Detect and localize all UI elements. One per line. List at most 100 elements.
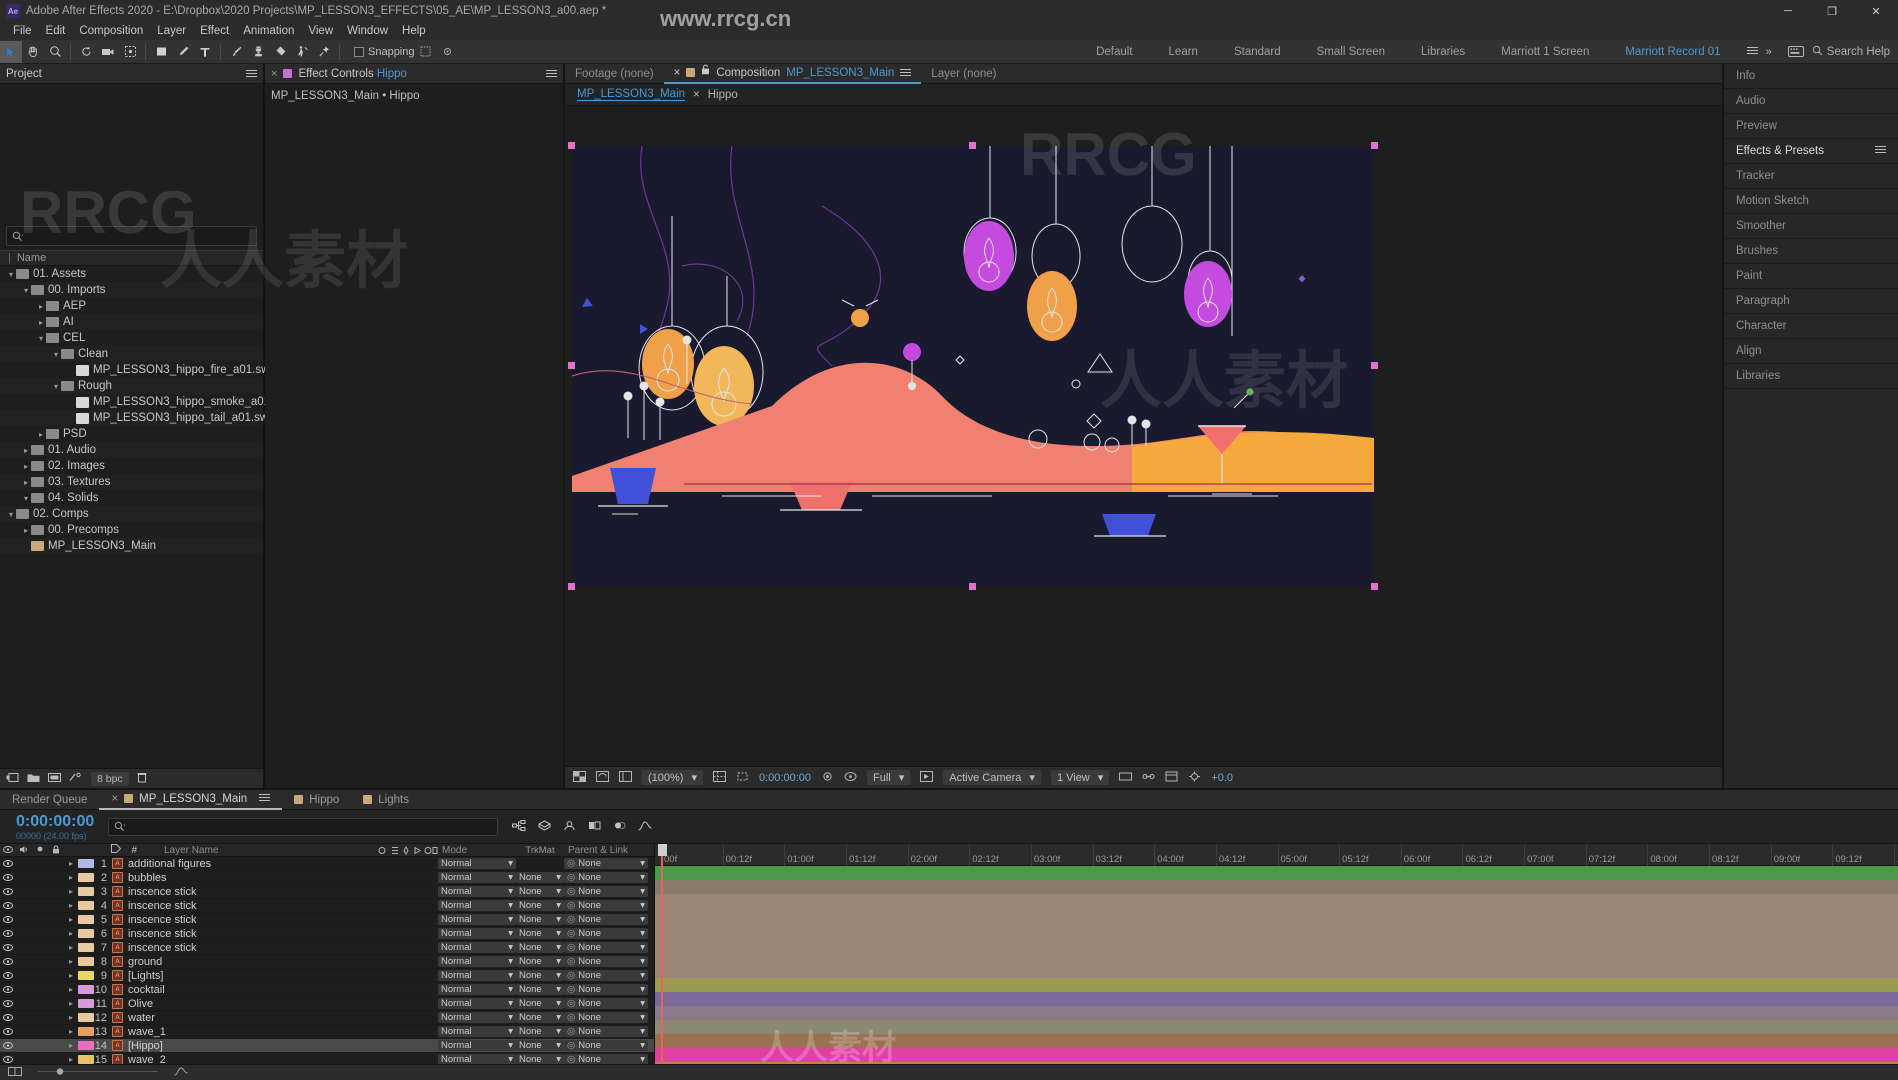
selection-handle-br[interactable]	[1371, 583, 1378, 590]
dock-panel-align[interactable]: Align	[1724, 339, 1898, 364]
workspace-menu-icon[interactable]	[1746, 46, 1758, 58]
bit-depth-label[interactable]: 8 bpc	[91, 771, 129, 786]
dock-panel-brushes[interactable]: Brushes	[1724, 239, 1898, 264]
layer-duration-bar[interactable]	[655, 964, 1898, 978]
project-tree-item[interactable]: ▸ 02. Images	[0, 458, 263, 474]
layer-parent[interactable]: ◎ None ▾	[564, 970, 654, 981]
timeline-graph[interactable]: 00f 00:12f 01:00f 01:12f 02:00f 02:12f 03:00f 0…	[655, 844, 1898, 1064]
delete-icon[interactable]	[137, 772, 147, 786]
menu-item-animation[interactable]: Animation	[236, 22, 301, 40]
twirl-closed-icon[interactable]: ▸	[36, 318, 46, 327]
timeline-current-time[interactable]: 0:00:00:00 00000 (24.00 fps)	[0, 813, 94, 841]
twirl-open-icon[interactable]: ▾	[21, 494, 31, 503]
layer-track-matte[interactable]: None ▾	[516, 914, 564, 925]
hand-tool-icon[interactable]	[22, 41, 44, 63]
layer-row[interactable]: ▸ 5 Ainscence stick Normal ▾ None ▾ ◎ None ▾	[0, 913, 654, 927]
clone-stamp-tool-icon[interactable]	[247, 41, 269, 63]
twirl-open-icon[interactable]: ▾	[21, 286, 31, 295]
brush-tool-icon[interactable]	[225, 41, 247, 63]
workspace-marriott-1-screen[interactable]: Marriott 1 Screen	[1483, 40, 1607, 64]
graph-editor-icon[interactable]	[638, 820, 652, 834]
layer-twirl-icon[interactable]: ▸	[64, 915, 78, 924]
layer-label-color[interactable]	[78, 1055, 94, 1064]
layer-name[interactable]: [Hippo]	[128, 1040, 376, 1052]
twirl-open-icon[interactable]: ▾	[51, 382, 61, 391]
layer-track-matte[interactable]: None ▾	[516, 900, 564, 911]
toggle-switches-modes-icon[interactable]	[8, 1066, 22, 1079]
layer-twirl-icon[interactable]: ▸	[64, 1041, 78, 1050]
pixel-aspect-icon[interactable]	[1119, 771, 1133, 785]
twirl-open-icon[interactable]: ▾	[36, 334, 46, 343]
selection-handle-mr[interactable]	[1371, 362, 1378, 369]
layer-name[interactable]: inscence stick	[128, 886, 376, 898]
layer-parent[interactable]: ◎ None ▾	[564, 858, 654, 869]
tab-footage[interactable]: Footage (none)	[565, 64, 664, 84]
timeline-tab-render-queue[interactable]: Render Queue	[0, 790, 99, 810]
layer-parent[interactable]: ◎ None ▾	[564, 872, 654, 883]
workspace-marriott-record-01[interactable]: Marriott Record 01	[1607, 40, 1738, 64]
layer-label-color[interactable]	[78, 985, 94, 994]
layer-duration-bar[interactable]	[655, 992, 1898, 1006]
layer-track-matte[interactable]: None ▾	[516, 956, 564, 967]
type-tool-icon[interactable]	[194, 41, 216, 63]
maximize-button[interactable]: ❐	[1810, 0, 1854, 22]
layer-parent[interactable]: ◎ None ▾	[564, 1026, 654, 1037]
layer-twirl-icon[interactable]: ▸	[64, 999, 78, 1008]
layer-visibility-icon[interactable]	[0, 859, 16, 869]
layer-parent[interactable]: ◎ None ▾	[564, 914, 654, 925]
layer-visibility-icon[interactable]	[0, 929, 16, 939]
layer-visibility-icon[interactable]	[0, 887, 16, 897]
camera-select[interactable]: Active Camera ▾	[943, 770, 1041, 785]
workspace-small-screen[interactable]: Small Screen	[1299, 40, 1403, 64]
menu-item-effect[interactable]: Effect	[193, 22, 236, 40]
layer-row[interactable]: ▸ 4 Ainscence stick Normal ▾ None ▾ ◎ None ▾	[0, 899, 654, 913]
layer-label-color[interactable]	[78, 1041, 94, 1050]
layer-duration-bar[interactable]	[655, 866, 1898, 880]
layer-parent[interactable]: ◎ None ▾	[564, 1012, 654, 1023]
view-layout-select[interactable]: 1 View ▾	[1050, 770, 1110, 785]
parent-link-icon[interactable]: ◎	[567, 1012, 575, 1023]
toggle-mask-icon[interactable]	[596, 770, 609, 785]
project-tree-item[interactable]: MP_LESSON3_hippo_smoke_a01.swf	[0, 394, 291, 410]
layer-parent[interactable]: ◎ None ▾	[564, 984, 654, 995]
layer-blend-mode[interactable]: Normal ▾	[438, 984, 516, 995]
project-search-input[interactable]	[6, 226, 257, 246]
layer-label-color[interactable]	[78, 887, 94, 896]
layer-name[interactable]: cocktail	[128, 984, 376, 996]
shape-tool-icon[interactable]	[150, 41, 172, 63]
camera-tool-icon[interactable]	[97, 41, 119, 63]
puppet-pin-tool-icon[interactable]	[313, 41, 335, 63]
layer-twirl-icon[interactable]: ▸	[64, 971, 78, 980]
layer-twirl-icon[interactable]: ▸	[64, 901, 78, 910]
selection-handle-ml[interactable]	[568, 362, 575, 369]
project-tree-item[interactable]: ▸ AI	[0, 314, 263, 330]
parent-link-icon[interactable]: ◎	[567, 1026, 575, 1037]
layer-visibility-icon[interactable]	[0, 1027, 16, 1037]
panel-menu-icon[interactable]	[1875, 145, 1886, 157]
layer-parent[interactable]: ◎ None ▾	[564, 942, 654, 953]
menu-item-view[interactable]: View	[301, 22, 340, 40]
timeline-zoom-slider[interactable]	[38, 1067, 158, 1079]
snapping-checkbox[interactable]	[354, 46, 364, 57]
tab-close-icon[interactable]: ×	[111, 789, 118, 809]
parent-link-icon[interactable]: ◎	[567, 858, 575, 869]
layer-duration-bar[interactable]	[655, 1006, 1898, 1020]
project-tree-item[interactable]: ▾ Clean	[0, 346, 263, 362]
layer-label-color[interactable]	[78, 1027, 94, 1036]
project-tree-item[interactable]: MP_LESSON3_Main	[0, 538, 263, 554]
menu-item-window[interactable]: Window	[340, 22, 395, 40]
layer-label-color[interactable]	[78, 999, 94, 1008]
layer-visibility-icon[interactable]	[0, 915, 16, 925]
layer-visibility-icon[interactable]	[0, 873, 16, 883]
twirl-closed-icon[interactable]: ▸	[21, 478, 31, 487]
pen-tool-icon[interactable]	[172, 41, 194, 63]
roto-brush-tool-icon[interactable]	[291, 41, 313, 63]
magnification-select[interactable]: (100%) ▾	[642, 770, 703, 785]
twirl-closed-icon[interactable]: ▸	[36, 302, 46, 311]
parent-link-icon[interactable]: ◎	[567, 872, 575, 883]
twirl-open-icon[interactable]: ▾	[6, 510, 16, 519]
layer-label-color[interactable]	[78, 901, 94, 910]
eraser-tool-icon[interactable]	[269, 41, 291, 63]
layer-blend-mode[interactable]: Normal ▾	[438, 1012, 516, 1023]
workspace-default[interactable]: Default	[1078, 40, 1150, 64]
